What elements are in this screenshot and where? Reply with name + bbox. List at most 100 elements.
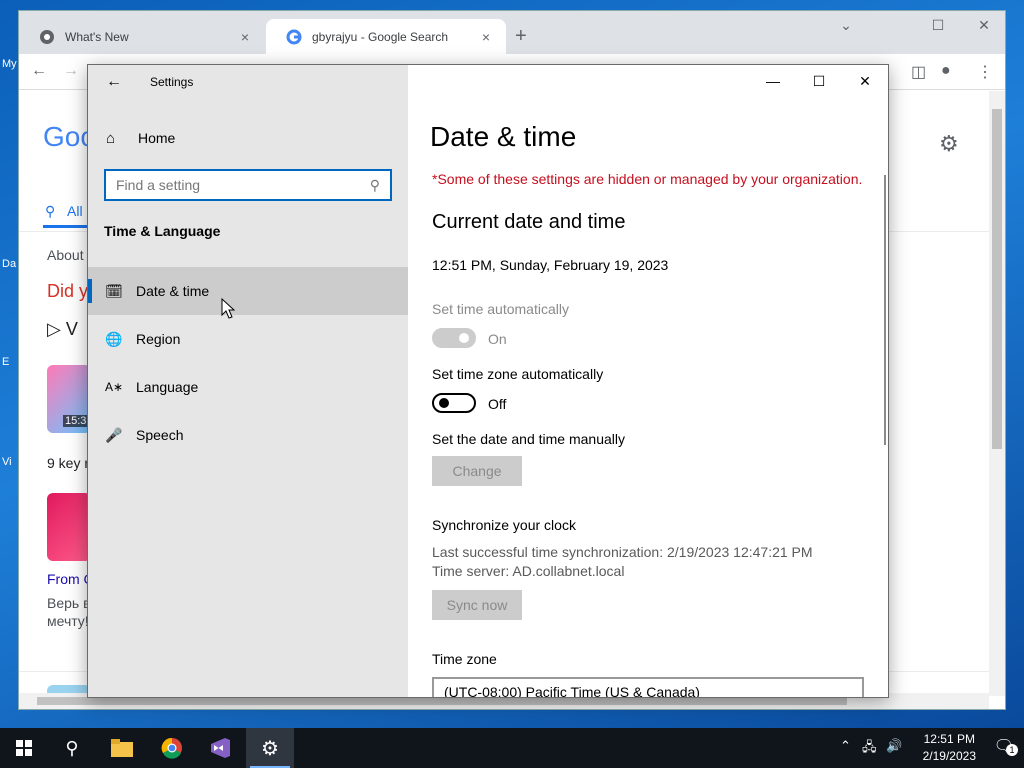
language-icon: A∗	[104, 380, 124, 394]
sync-heading: Synchronize your clock	[432, 517, 576, 533]
current-date-value: 12:51 PM, Sunday, February 19, 2023	[432, 257, 669, 273]
timezone-dropdown[interactable]: (UTC-08:00) Pacific Time (US & Canada)	[432, 677, 864, 698]
nav-item-speech[interactable]: 🎤 Speech	[88, 411, 408, 459]
content-scrollbar[interactable]	[884, 175, 886, 445]
search-icon: ⚲	[65, 737, 79, 758]
close-window-icon[interactable]: ✕	[969, 17, 999, 34]
scrollbar-thumb[interactable]	[992, 109, 1002, 449]
video-thumbnail[interactable]	[47, 493, 91, 561]
volume-icon[interactable]: 🔊	[886, 738, 902, 754]
set-timezone-auto-label: Set time zone automatically	[432, 366, 604, 382]
globe-icon: 🌐	[105, 330, 123, 347]
settings-window: ← Settings ⌂ Home ⚲ Time & Language 🗓 Da…	[87, 64, 889, 698]
browser-tab[interactable]: What's New ×	[19, 19, 265, 54]
chevron-up-icon[interactable]: ⌃	[840, 738, 851, 754]
policy-warning: *Some of these settings are hidden or ma…	[432, 171, 863, 187]
sync-last-text: Last successful time synchronization: 2/…	[432, 544, 813, 560]
file-explorer-button[interactable]	[98, 728, 146, 768]
video-heading: ▷ V	[47, 319, 78, 339]
nav-item-language[interactable]: A∗ Language	[88, 363, 408, 411]
close-tab-icon[interactable]: ×	[237, 29, 253, 45]
window-title: Settings	[150, 75, 194, 89]
desktop-icon-label[interactable]: Da	[2, 258, 16, 270]
gear-icon: ⚙	[261, 737, 279, 760]
calendar-clock-icon: 🗓	[105, 282, 123, 299]
settings-content-pane: — ☐ ✕ Date & time *Some of these setting…	[408, 65, 888, 697]
search-button[interactable]: ⚲	[48, 728, 96, 768]
result-snippet: мечту!	[47, 613, 89, 629]
change-button[interactable]: Change	[432, 456, 522, 486]
settings-taskbar-button[interactable]: ⚙	[246, 728, 294, 768]
search-icon[interactable]: ⚲	[370, 177, 380, 194]
nav-item-date-time[interactable]: 🗓 Date & time	[88, 267, 408, 315]
desktop-icon-label[interactable]: My	[2, 58, 17, 70]
notification-center-button[interactable]: 🗨 1	[994, 736, 1018, 756]
set-time-auto-label: Set time automatically	[432, 301, 569, 317]
settings-nav-pane: ← Settings ⌂ Home ⚲ Time & Language 🗓 Da…	[88, 65, 408, 697]
sync-now-button[interactable]: Sync now	[432, 590, 522, 620]
nav-item-label: Region	[136, 331, 181, 347]
new-tab-button[interactable]: +	[515, 25, 527, 48]
video-duration: 15:3	[63, 415, 89, 427]
nav-item-label: Language	[136, 379, 199, 395]
scrollbar-thumb[interactable]	[37, 697, 847, 705]
minimize-icon[interactable]: —	[750, 65, 796, 97]
back-arrow-icon[interactable]: ←	[31, 62, 47, 80]
back-button[interactable]: ←	[102, 71, 126, 95]
home-icon: ⌂	[106, 129, 116, 147]
close-icon[interactable]: ✕	[842, 65, 888, 97]
browser-tab-active[interactable]: gbyrajyu - Google Search ×	[266, 19, 506, 54]
close-tab-icon[interactable]: ×	[478, 29, 494, 45]
tab-search-icon[interactable]: ⌄	[831, 17, 861, 34]
video-thumbnail[interactable]: 15:3	[47, 365, 91, 433]
page-title: Date & time	[430, 121, 577, 152]
nav-item-region[interactable]: 🌐 Region	[88, 315, 408, 363]
taskbar: ⚲ ⚙ ⌃ 🖧 🔊 12:51 PM 2/19/2023 🗨 1	[0, 728, 1024, 768]
visual-studio-icon	[211, 738, 230, 758]
visual-studio-button[interactable]	[196, 728, 244, 768]
search-icon: ⚲	[45, 203, 56, 219]
start-button[interactable]	[0, 728, 48, 768]
mouse-cursor-icon	[221, 298, 235, 319]
manual-date-label: Set the date and time manually	[432, 431, 626, 447]
menu-dots-icon[interactable]: ⋮	[977, 62, 993, 82]
search-input[interactable]	[116, 177, 370, 193]
system-clock[interactable]: 12:51 PM 2/19/2023	[923, 731, 976, 765]
nav-home[interactable]: ⌂ Home	[88, 121, 408, 155]
clock-date: 2/19/2023	[922, 749, 976, 763]
google-icon	[286, 29, 302, 44]
desktop-icon-label[interactable]: Vi	[2, 456, 12, 468]
forward-arrow-icon[interactable]: →	[63, 62, 79, 80]
timezone-label: Time zone	[432, 651, 497, 667]
chrome-icon	[161, 737, 182, 759]
microphone-icon: 🎤	[105, 426, 123, 443]
toggle-knob	[439, 398, 449, 408]
toggle-state: On	[488, 331, 507, 347]
page-vertical-scrollbar[interactable]	[989, 91, 1005, 696]
timezone-value: (UTC-08:00) Pacific Time (US & Canada)	[444, 684, 700, 698]
restore-icon[interactable]: ☐	[923, 17, 953, 34]
result-snippet: Верь в	[47, 595, 91, 611]
settings-search-box[interactable]: ⚲	[104, 169, 392, 201]
maximize-icon[interactable]: ☐	[796, 65, 842, 97]
tab-title: What's New	[65, 29, 129, 44]
nav-item-label: Date & time	[136, 283, 210, 299]
tab-all[interactable]: All	[67, 203, 83, 219]
clock-time: 12:51 PM	[923, 732, 975, 746]
about-results-text: About	[47, 247, 84, 263]
set-time-auto-toggle[interactable]	[432, 328, 476, 348]
desktop-icon-label[interactable]: E	[2, 356, 9, 368]
nav-section-header: Time & Language	[104, 223, 221, 239]
sync-server-text: Time server: AD.collabnet.local	[432, 563, 625, 579]
tab-title: gbyrajyu - Google Search	[312, 29, 449, 44]
toggle-knob	[459, 333, 469, 343]
gear-icon[interactable]: ⚙	[939, 131, 959, 157]
sidepanel-icon[interactable]: ◫	[911, 62, 926, 82]
profile-icon[interactable]: ●	[941, 62, 951, 80]
chrome-button[interactable]	[148, 728, 196, 768]
network-icon[interactable]: 🖧	[862, 738, 877, 760]
chrome-icon	[40, 29, 54, 44]
did-you-mean-text: Did y	[47, 281, 89, 301]
toggle-state: Off	[488, 396, 507, 412]
set-timezone-auto-toggle[interactable]	[432, 393, 476, 413]
